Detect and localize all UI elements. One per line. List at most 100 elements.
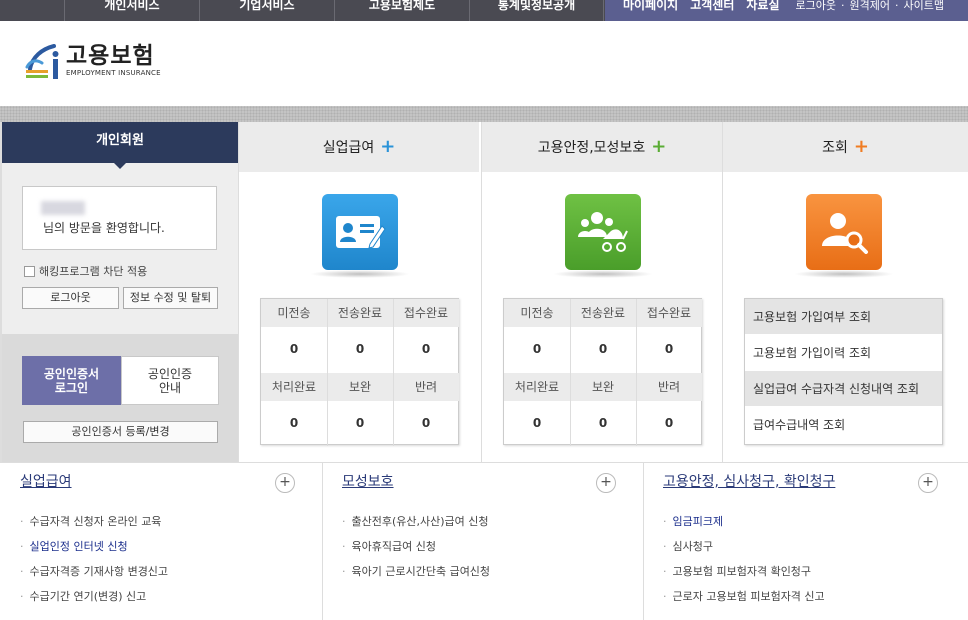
hack-block-checkbox[interactable] (24, 265, 35, 277)
more-plus-icon[interactable]: + (275, 473, 295, 493)
service-employment-stability: 고용안정,모성보호 + 미전송 전송완료 접수완료 0 0 0 처리완료 보완 반… (481, 122, 722, 462)
status-label: 전송완료 (327, 299, 393, 327)
list-item[interactable]: · 심사청구 (663, 540, 825, 565)
status-label: 반려 (393, 373, 459, 401)
list-item[interactable]: · 수급자격증 기재사항 변경신고 (20, 565, 168, 590)
stability-status-table: 미전송 전송완료 접수완료 0 0 0 처리완료 보완 반려 0 0 0 (503, 298, 702, 446)
divider (636, 299, 637, 446)
edit-info-button[interactable]: 정보 수정 및 탈퇴 (123, 287, 218, 309)
status-value[interactable]: 0 (636, 401, 702, 445)
list-item[interactable]: · 실업인정 인터넷 신청 (20, 540, 168, 565)
list-item[interactable]: · 고용보험 피보험자격 확인청구 (663, 565, 825, 590)
status-value[interactable]: 0 (261, 327, 327, 371)
menu-mypage[interactable]: 마이페이지 (623, 0, 678, 11)
bullet-icon: · (20, 515, 24, 528)
certificate-login-line1: 공인인증서 (43, 366, 100, 381)
service-unemployment-header[interactable]: 실업급여 + (239, 122, 479, 172)
logo[interactable]: 고용보험 EMPLOYMENT INSURANCE (24, 43, 164, 89)
menu-customer-center[interactable]: 고객센터 (690, 0, 734, 11)
bullet-icon: · (20, 590, 24, 603)
certificate-guide-button[interactable]: 공인인증 안내 (121, 356, 219, 405)
status-label: 반려 (636, 373, 702, 401)
plus-icon: + (651, 136, 667, 157)
bottom-maternity: 모성보호 + · 출산전후(유산,사산)급여 신청 · 육아휴직급여 신청 · 육아기… (322, 463, 643, 620)
list-item-label: 육아기 근로시간단축 급여신청 (351, 565, 491, 578)
certificate-guide-line2: 안내 (158, 380, 182, 395)
bullet-icon: · (342, 515, 346, 528)
bullet-icon: · (342, 540, 346, 553)
status-value[interactable]: 0 (504, 401, 570, 445)
id-card-pen-icon[interactable] (310, 194, 410, 278)
section-title[interactable]: 모성보호 (342, 471, 394, 491)
list-item-label: 실업인정 인터넷 신청 (29, 540, 128, 553)
menu-personal-service[interactable]: 개인서비스 (64, 0, 199, 21)
family-stroller-icon[interactable] (553, 194, 653, 278)
service-lookup-header[interactable]: 조회 + (723, 122, 968, 172)
plus-icon: + (380, 136, 396, 157)
service-employment-stability-header[interactable]: 고용안정,모성보호 + (482, 122, 722, 172)
utility-links: 로그아웃 · 원격제어 · 사이트맵 (796, 0, 944, 11)
top-navigation: 개인서비스 기업서비스 고용보험제도 통계및정보공개 마이페이지 고객센터 자료… (0, 0, 968, 21)
logout-link[interactable]: 로그아웃 (796, 0, 836, 11)
unemployment-status-table: 미전송 전송완료 접수완료 0 0 0 처리완료 보완 반려 0 0 0 (260, 298, 459, 446)
list-item-label: 육아휴직급여 신청 (351, 540, 436, 553)
menu-business-service[interactable]: 기업서비스 (199, 0, 334, 21)
divider (327, 299, 328, 446)
status-value[interactable]: 0 (393, 401, 459, 445)
status-label: 접수완료 (636, 299, 702, 327)
section-title[interactable]: 고용안정, 심사청구, 확인청구 (663, 471, 835, 491)
list-item[interactable]: · 근로자 고용보험 피보험자격 신고 (663, 590, 825, 615)
divider (393, 299, 394, 446)
menu-insurance-system[interactable]: 고용보험제도 (334, 0, 469, 21)
id-card-svg (336, 216, 386, 249)
separator: · (894, 0, 899, 12)
certificate-area: 공인인증서 로그인 공인인증 안내 공인인증서 등록/변경 (2, 334, 238, 462)
status-label: 처리완료 (504, 373, 570, 401)
logout-button[interactable]: 로그아웃 (22, 287, 119, 309)
welcome-message: 님의 방문을 환영합니다. (43, 221, 165, 235)
status-label: 보완 (327, 373, 393, 401)
remote-control-link[interactable]: 원격제어 (849, 0, 889, 11)
status-value[interactable]: 0 (636, 327, 702, 371)
sitemap-link[interactable]: 사이트맵 (903, 0, 943, 11)
certificate-register-button[interactable]: 공인인증서 등록/변경 (23, 421, 218, 443)
main-menu: 개인서비스 기업서비스 고용보험제도 통계및정보공개 (64, 0, 604, 21)
list-item-label: 심사청구 (672, 540, 713, 553)
status-label: 전송완료 (570, 299, 636, 327)
list-item-label: 수급자격 신청자 온라인 교육 (29, 515, 162, 528)
bottom-stability-appeal: 고용안정, 심사청구, 확인청구 + · 임금피크제 · 심사청구 · 고용보험 피보… (643, 463, 968, 620)
status-value[interactable]: 0 (393, 327, 459, 371)
list-item[interactable]: · 육아기 근로시간단축 급여신청 (342, 565, 490, 590)
family-svg (578, 212, 628, 252)
menu-library[interactable]: 자료실 (746, 0, 779, 11)
lookup-item[interactable]: 급여수급내역 조회 (745, 407, 942, 443)
bullet-icon: · (663, 590, 667, 603)
status-value[interactable]: 0 (327, 401, 393, 445)
lookup-item[interactable]: 실업급여 수급자격 신청내역 조회 (745, 371, 942, 407)
bullet-icon: · (20, 540, 24, 553)
list-item[interactable]: · 수급기간 연기(변경) 신고 (20, 590, 168, 615)
link-list: · 출산전후(유산,사산)급여 신청 · 육아휴직급여 신청 · 육아기 근로시간단축… (342, 515, 490, 590)
list-item[interactable]: · 육아휴직급여 신청 (342, 540, 490, 565)
menu-statistics[interactable]: 통계및정보공개 (469, 0, 604, 21)
status-value[interactable]: 0 (570, 327, 636, 371)
lookup-item[interactable]: 고용보험 가입이력 조회 (745, 335, 942, 371)
status-value[interactable]: 0 (261, 401, 327, 445)
section-title[interactable]: 실업급여 (20, 471, 72, 491)
list-item[interactable]: · 수급자격 신청자 온라인 교육 (20, 515, 168, 540)
list-item[interactable]: · 임금피크제 (663, 515, 825, 540)
status-value[interactable]: 0 (570, 401, 636, 445)
lookup-item[interactable]: 고용보험 가입여부 조회 (745, 299, 942, 335)
status-value[interactable]: 0 (504, 327, 570, 371)
personal-member-tab[interactable]: 개인회원 (2, 122, 238, 169)
more-plus-icon[interactable]: + (918, 473, 938, 493)
member-panel: 개인회원 님의 방문을 환영합니다. 해킹프로그램 차단 적용 로그아웃 정보 … (0, 122, 238, 462)
lookup-list: 고용보험 가입여부 조회 고용보험 가입이력 조회 실업급여 수급자격 신청내역… (744, 298, 943, 445)
list-item[interactable]: · 출산전후(유산,사산)급여 신청 (342, 515, 490, 540)
service-title: 실업급여 (322, 140, 375, 156)
header: 고용보험 EMPLOYMENT INSURANCE (0, 21, 968, 106)
person-search-icon[interactable] (794, 194, 894, 278)
status-value[interactable]: 0 (327, 327, 393, 371)
more-plus-icon[interactable]: + (596, 473, 616, 493)
certificate-login-button[interactable]: 공인인증서 로그인 (22, 356, 121, 405)
